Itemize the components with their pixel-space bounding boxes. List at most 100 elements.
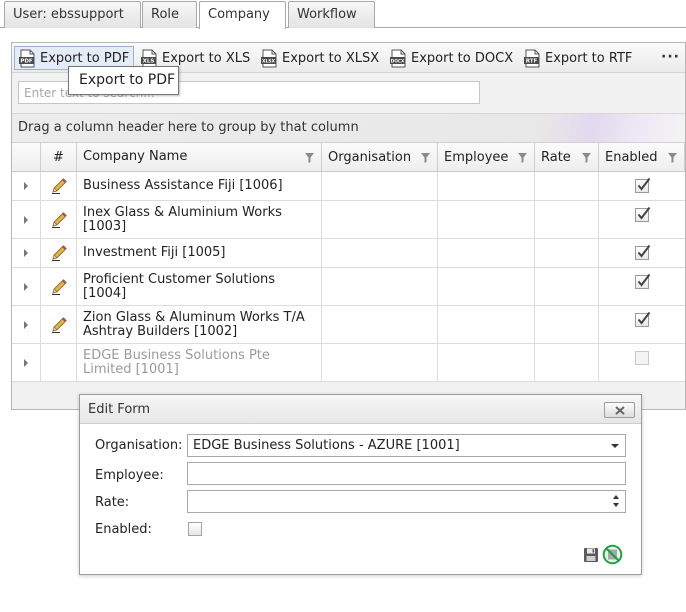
table-row[interactable]: Business Assistance Fiji [1006] [12,172,685,201]
table-row[interactable]: Zion Glass & Aluminum Works T/A Ashtray B… [12,306,685,344]
header-employee[interactable]: Employee [438,143,535,171]
tab-role-label: Role [151,7,180,22]
spin-up-icon[interactable] [613,495,619,499]
tab-user-label: User: ebssupport [13,7,124,22]
xlsx-file-icon: XLSX [261,49,278,68]
pdf-file-icon: PDF [19,49,36,68]
edit-form-title: Edit Form [88,402,151,417]
company-name-cell: Business Assistance Fiji [1006] [77,172,322,200]
expand-cell[interactable] [12,239,41,267]
edit-pencil-icon[interactable] [50,177,68,195]
company-name-line1: Inex Glass & Aluminium Works [83,204,282,220]
enabled-checkbox [635,244,651,260]
edit-cell [41,344,77,381]
edit-cell[interactable] [41,172,77,200]
organisation-cell [322,201,438,238]
expand-arrow-icon[interactable] [24,320,28,329]
spin-down-icon[interactable] [613,503,619,507]
docx-icon-text: DOCX [391,58,405,64]
company-name-filter-icon[interactable] [305,153,314,163]
company-name-line1: Investment Fiji [1005] [83,245,226,260]
export-xlsx-label: Export to XLSX [282,50,380,66]
expand-arrow-icon[interactable] [24,215,28,224]
expand-arrow-icon[interactable] [24,282,28,291]
organisation-dropdown[interactable]: EDGE Business Solutions - AZURE [1001] [187,434,626,457]
expand-arrow-icon[interactable] [24,358,28,367]
checkmark-icon [637,177,651,191]
enabled-checkbox [635,273,651,289]
table-row[interactable]: Investment Fiji [1005] [12,239,685,268]
enabled-label: Enabled: [95,522,152,537]
table-row[interactable]: Proficient Customer Solutions [1004] [12,268,685,306]
export-docx-label: Export to DOCX [411,50,514,66]
expand-arrow-icon[interactable] [24,249,28,257]
close-button[interactable] [604,402,635,418]
export-rtf-label: Export to RTF [545,50,633,66]
tab-role[interactable]: Role [142,1,197,28]
rate-filter-icon[interactable] [582,153,591,163]
enabled-cell [599,268,685,305]
edit-pencil-icon[interactable] [50,316,68,334]
cancel-icon[interactable] [602,544,623,565]
table-row[interactable]: EDGE Business Solutions Pte Limited [1001… [12,344,685,382]
save-icon[interactable] [583,547,599,563]
expand-cell[interactable] [12,201,41,238]
organisation-cell [322,306,438,343]
expand-cell[interactable] [12,306,41,343]
export-pdf-label: Export to PDF [40,50,130,66]
employee-cell [438,268,535,305]
checkmark-icon [637,311,651,325]
edit-cell[interactable] [41,239,77,267]
header-employee-label: Employee [444,149,509,165]
enabled-checkbox [635,206,651,222]
export-xlsx-button[interactable]: XLSX Export to XLSX [257,46,383,70]
enabled-checkbox-input[interactable] [188,522,202,536]
export-rtf-button[interactable]: RTF Export to RTF [520,46,636,70]
organisation-cell [322,268,438,305]
employee-filter-icon[interactable] [518,153,527,163]
organisation-filter-icon[interactable] [421,153,430,163]
rtf-file-icon: RTF [524,49,541,68]
header-enabled[interactable]: Enabled [599,143,685,171]
expand-arrow-icon[interactable] [24,182,28,190]
chevron-down-icon[interactable] [611,444,619,448]
tab-workflow-label: Workflow [297,7,357,22]
table-row[interactable]: Inex Glass & Aluminium Works [1003] [12,201,685,239]
expand-cell[interactable] [12,172,41,200]
rate-label: Rate: [95,495,130,510]
edit-pencil-icon[interactable] [50,244,68,262]
edit-pencil-icon[interactable] [50,278,68,296]
enabled-filter-icon[interactable] [668,153,677,163]
rate-spin-field[interactable] [187,490,626,513]
edit-pencil-icon[interactable] [50,211,68,229]
company-name-line2: [1003] [83,218,127,234]
company-name-line2: Ashtray Builders [1002] [83,323,238,339]
employee-field[interactable] [187,462,626,485]
edit-cell[interactable] [41,201,77,238]
header-enabled-label: Enabled [605,149,658,165]
edit-cell[interactable] [41,306,77,343]
enabled-cell [599,172,685,200]
company-name-cell: Zion Glass & Aluminum Works T/A Ashtray B… [77,306,322,343]
tab-company[interactable]: Company [199,1,286,29]
expand-cell[interactable] [12,344,41,381]
edit-cell[interactable] [41,268,77,305]
header-organisation[interactable]: Organisation [322,143,438,171]
more-options-icon[interactable]: ··· [661,49,680,65]
tab-workflow[interactable]: Workflow [288,1,375,28]
header-rate[interactable]: Rate [535,143,599,171]
header-company-name[interactable]: Company Name [77,143,322,171]
docx-file-icon: DOCX [390,49,407,68]
company-name-cell: EDGE Business Solutions Pte Limited [1001… [77,344,322,381]
expand-cell[interactable] [12,268,41,305]
company-grid-panel: PDF Export to PDF XLS Export to XLS XLSX… [11,42,686,410]
rate-cell [535,172,599,200]
checkmark-icon [637,273,651,287]
header-index: # [41,143,77,171]
export-docx-button[interactable]: DOCX Export to DOCX [386,46,517,70]
header-index-label: # [53,149,64,165]
group-by-panel[interactable]: Drag a column header here to group by th… [12,113,685,143]
employee-cell [438,172,535,200]
tab-user[interactable]: User: ebssupport [4,1,141,28]
group-by-hint: Drag a column header here to group by th… [18,120,359,135]
